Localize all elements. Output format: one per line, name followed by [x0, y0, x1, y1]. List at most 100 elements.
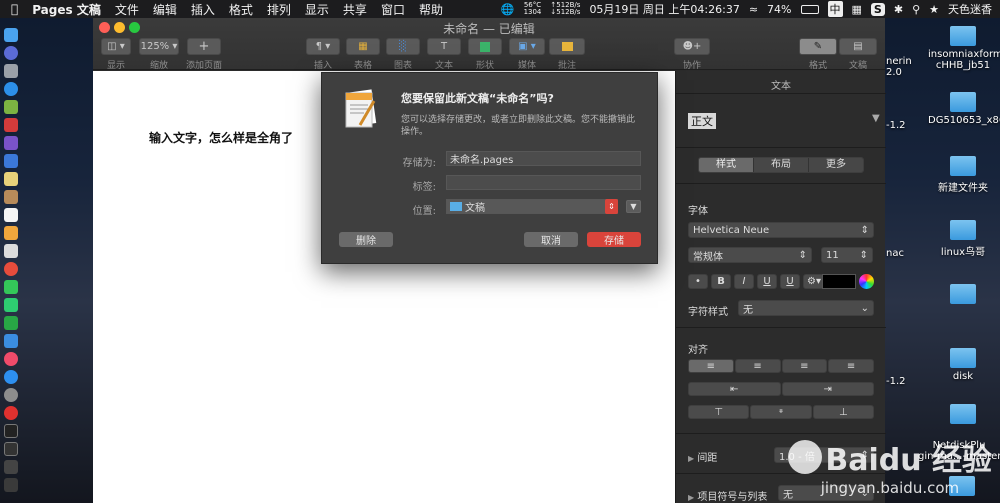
app-icon-purple[interactable]: [4, 136, 18, 150]
comment-button[interactable]: [549, 38, 585, 55]
menu-help[interactable]: 帮助: [419, 1, 443, 18]
text-button[interactable]: T: [427, 38, 461, 55]
app-icon-blue[interactable]: [4, 154, 18, 168]
align-justify-button[interactable]: ≡: [828, 359, 874, 373]
apple-menu-icon[interactable]: : [11, 2, 18, 16]
desktop-folder[interactable]: [928, 404, 998, 427]
align-left-button[interactable]: ≡: [688, 359, 734, 373]
menu-edit[interactable]: 编辑: [153, 1, 177, 18]
pages-icon[interactable]: [4, 226, 18, 240]
search-icon[interactable]: ⚲: [912, 3, 920, 16]
messages-icon[interactable]: [4, 280, 18, 294]
color-wheel-icon[interactable]: [859, 274, 874, 289]
user-name[interactable]: 天色迷香: [948, 1, 992, 17]
desktop-folder[interactable]: 新建文件夹: [928, 156, 998, 194]
view-button[interactable]: ◫ ▾: [101, 38, 131, 55]
format-button[interactable]: ✎: [799, 38, 837, 55]
battery-percent[interactable]: 74%: [767, 3, 791, 16]
location-select[interactable]: 文稿: [446, 199, 618, 214]
menu-insert[interactable]: 插入: [191, 1, 215, 18]
terminal-icon[interactable]: [4, 424, 18, 438]
font-name-select[interactable]: Helvetica Neue ⇕: [688, 222, 874, 238]
music-icon[interactable]: [4, 352, 18, 366]
network-monitor[interactable]: ↑512B/s ↓512B/s: [550, 2, 580, 16]
finder-icon[interactable]: [4, 28, 18, 42]
zoom-select[interactable]: 125% ▾: [139, 38, 179, 55]
save-button[interactable]: 存储: [587, 232, 641, 247]
menu-share[interactable]: 共享: [343, 1, 367, 18]
decrease-indent-button[interactable]: ⇤: [688, 382, 781, 396]
document-body-text[interactable]: 输入文字，怎么样是全角了: [149, 129, 293, 146]
collaborate-button[interactable]: ☻+: [674, 38, 710, 55]
app-icon-dark[interactable]: [4, 478, 18, 492]
document-button[interactable]: ▤: [839, 38, 877, 55]
grid-icon[interactable]: ▦: [852, 3, 862, 16]
launchpad-icon[interactable]: [4, 64, 18, 78]
preview-icon[interactable]: [4, 244, 18, 258]
delete-button[interactable]: 删除: [339, 232, 393, 247]
calendar-icon[interactable]: [4, 208, 18, 222]
tags-field[interactable]: [446, 175, 641, 190]
keynote-icon[interactable]: [4, 334, 18, 348]
media-button[interactable]: ▣ ▾: [509, 38, 545, 55]
align-middle-button[interactable]: ⏒: [750, 405, 812, 419]
table-button[interactable]: ▦: [346, 38, 380, 55]
save-as-field[interactable]: 未命名.pages: [446, 151, 641, 166]
photos-icon[interactable]: [4, 262, 18, 276]
desktop-folder[interactable]: insomniaxforma cHHB_jb51: [928, 26, 1000, 71]
cancel-button[interactable]: 取消: [524, 232, 578, 247]
desktop-folder[interactable]: [928, 284, 998, 307]
tab-layout[interactable]: 布局: [753, 158, 808, 172]
contacts-icon[interactable]: [4, 190, 18, 204]
menu-file[interactable]: 文件: [115, 1, 139, 18]
align-right-button[interactable]: ≡: [781, 359, 828, 373]
app-icon-red[interactable]: [4, 118, 18, 132]
system-preferences-icon[interactable]: [4, 388, 18, 402]
app-store-icon[interactable]: [4, 370, 18, 384]
menu-arrange[interactable]: 排列: [267, 1, 291, 18]
notes-icon[interactable]: [4, 172, 18, 186]
bullets-disclosure[interactable]: ▶ 项目符号与列表: [688, 488, 767, 503]
italic-button[interactable]: I: [734, 274, 754, 289]
strikethrough-button[interactable]: U: [780, 274, 800, 289]
more-options-icon[interactable]: •: [688, 274, 708, 289]
numbers-icon[interactable]: [4, 316, 18, 330]
expand-dialog-button[interactable]: ▼: [626, 200, 641, 213]
spacing-disclosure[interactable]: ▶ 间距: [688, 449, 717, 464]
chart-button[interactable]: ░: [386, 38, 420, 55]
font-weight-select[interactable]: 常规体 ⇕: [688, 247, 812, 263]
cpu-monitor[interactable]: 56°C 1304: [524, 2, 542, 16]
android-icon[interactable]: [4, 100, 18, 114]
clock[interactable]: 05月19日 周日 上午04:26:37: [589, 1, 739, 17]
increase-indent-button[interactable]: ⇥: [781, 382, 874, 396]
chevron-down-icon[interactable]: ▼: [872, 113, 880, 124]
paragraph-style-select[interactable]: 正文: [688, 113, 716, 129]
char-style-select[interactable]: 无 ⌄: [738, 300, 874, 316]
notification-icon[interactable]: ★: [929, 3, 939, 16]
safari-icon[interactable]: [4, 82, 18, 96]
facetime-icon[interactable]: [4, 298, 18, 312]
battery-icon[interactable]: [800, 4, 819, 14]
shape-button[interactable]: [468, 38, 502, 55]
location-stepper-icon[interactable]: ⇕: [605, 199, 618, 214]
input-method[interactable]: 中: [827, 1, 843, 17]
desktop-folder[interactable]: linux鸟哥: [928, 220, 998, 258]
siri-icon[interactable]: [4, 46, 18, 60]
insert-button[interactable]: ¶ ▾: [306, 38, 340, 55]
align-bottom-button[interactable]: ⊥: [812, 405, 874, 419]
globe-icon[interactable]: 🌐: [501, 3, 515, 16]
app-menu[interactable]: Pages 文稿: [32, 1, 101, 18]
text-color-well[interactable]: [822, 274, 856, 289]
font-size-field[interactable]: 11 ⇕: [821, 247, 873, 263]
vpn-icon[interactable]: [4, 460, 18, 474]
wifi-icon[interactable]: ≈: [749, 3, 758, 16]
align-center-button[interactable]: ≡: [734, 359, 781, 373]
activity-icon[interactable]: [4, 442, 18, 456]
add-page-button[interactable]: +: [187, 38, 221, 55]
menu-format[interactable]: 格式: [229, 1, 253, 18]
s-app-icon[interactable]: S: [870, 2, 885, 16]
tab-style[interactable]: 样式: [699, 158, 753, 172]
bluetooth-icon[interactable]: ✱: [894, 3, 903, 16]
align-top-button[interactable]: ⊤: [688, 405, 750, 419]
desktop-folder[interactable]: DG510653_x861: [928, 92, 1000, 126]
